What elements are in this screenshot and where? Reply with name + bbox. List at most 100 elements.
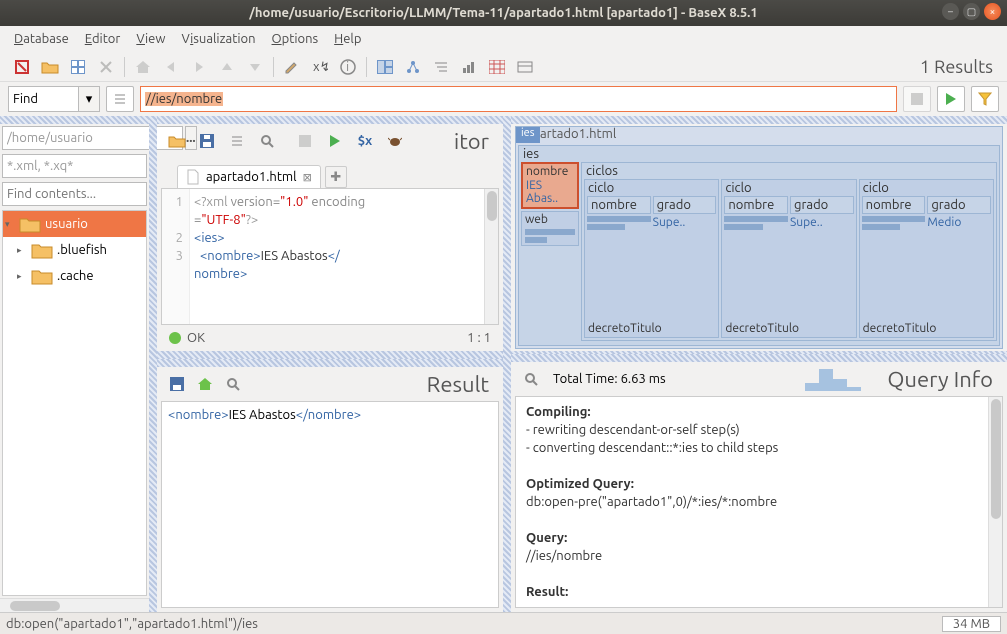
new-db-button[interactable] [8, 54, 36, 80]
view-table-button[interactable] [483, 54, 511, 80]
ed-search-button[interactable] [253, 128, 281, 154]
editor-panel: $x itor apartado1.html ⊠ ✚ 1 23 <?xml ve… [157, 116, 503, 351]
tree-scrollbar[interactable] [0, 598, 149, 612]
results-count: 1 Results [920, 57, 999, 77]
map-view[interactable]: ies artado1.html ies nombre IES Abas.. w… [515, 126, 1003, 349]
splitter-vertical[interactable] [503, 116, 511, 612]
run-search-button[interactable] [937, 86, 965, 112]
delete-button[interactable] [92, 54, 120, 80]
add-tab-button[interactable]: ✚ [325, 166, 347, 188]
res-save-button[interactable] [163, 371, 191, 397]
code-content: <?xml version="1.0" encoding ="UTF-8"?> … [190, 189, 498, 324]
map-label: ies [519, 146, 999, 162]
tree-item-cache[interactable]: ▸ .cache [3, 263, 146, 289]
minimize-button[interactable]: – [942, 3, 959, 20]
tree-label: usuario [45, 217, 88, 231]
map-ies[interactable]: ies nombre IES Abas.. web [518, 145, 1000, 346]
panel-grip[interactable] [157, 116, 503, 124]
map-nombre[interactable]: nombre IES Abas.. [521, 162, 579, 209]
ed-run-button[interactable] [321, 128, 349, 154]
back-button[interactable] [157, 54, 185, 80]
menu-options[interactable]: Options [266, 30, 325, 48]
menu-editor[interactable]: Editor [79, 30, 127, 48]
tree-item-bluefish[interactable]: ▸ .bluefish [3, 237, 146, 263]
editor-scrollbar[interactable] [484, 189, 498, 324]
menu-visualization[interactable]: Visualization [175, 30, 261, 48]
menu-view[interactable]: View [130, 30, 171, 48]
splitter-vertical[interactable] [149, 116, 157, 612]
find-mode-dropdown[interactable]: ▾ [78, 86, 100, 112]
grid-button[interactable] [64, 54, 92, 80]
ed-debug-button[interactable] [381, 128, 409, 154]
main-toolbar: x↯ i 1 Results [0, 52, 1007, 82]
edit-button[interactable] [278, 54, 306, 80]
ed-stop-button[interactable] [291, 128, 319, 154]
res-home-button[interactable] [191, 371, 219, 397]
panel-grip[interactable] [0, 116, 149, 124]
map-root[interactable]: ies [516, 127, 540, 143]
tab-label: apartado1.html [206, 170, 297, 184]
titlebar: /home/usuario/Escritorio/LLMM/Tema-11/ap… [0, 0, 1007, 26]
map-doc-label: artado1.html [540, 127, 616, 143]
view-map-button[interactable] [371, 54, 399, 80]
find-contents-input[interactable] [2, 182, 147, 206]
down-button[interactable] [241, 54, 269, 80]
ed-list-button[interactable] [223, 128, 251, 154]
qi-line: db:open-pre("apartado1",0)/*:ies/*:nombr… [526, 495, 777, 509]
panel-grip[interactable] [157, 359, 503, 367]
close-window-button[interactable]: × [984, 3, 1001, 20]
map-ciclos[interactable]: ciclos ciclo nombregrado Supe.. decretoT… [581, 162, 997, 341]
tree-item-usuario[interactable]: ▾ usuario [3, 211, 146, 237]
info-button[interactable]: i [334, 54, 362, 80]
xpath-input[interactable]: //ies/nombre [140, 86, 897, 112]
map-ciclo[interactable]: ciclo nombregrado Supe.. decretoTitulo [721, 179, 856, 338]
menu-database[interactable]: DDatabaseatabase [8, 30, 75, 48]
view-explorer-button[interactable] [511, 54, 539, 80]
file-tree[interactable]: ▾ usuario ▸ .bluefish ▸ .cache [2, 210, 147, 596]
map-ciclo[interactable]: ciclo nombregrado Supe.. decretoTitulo [584, 179, 719, 338]
qi-body[interactable]: Compiling: - rewriting descendant-or-sel… [515, 396, 1003, 608]
query-info-panel: Total Time: 6.63 ms Query Info Compiling… [511, 354, 1007, 612]
result-title: Result [247, 372, 497, 397]
maximize-button[interactable]: ▢ [963, 3, 980, 20]
filter-button[interactable] [971, 86, 999, 112]
open-button[interactable] [36, 54, 64, 80]
qi-scrollbar[interactable] [988, 397, 1002, 607]
up-button[interactable] [213, 54, 241, 80]
ed-open-button[interactable] [163, 128, 191, 154]
code-editor[interactable]: 1 23 <?xml version="1.0" encoding ="UTF-… [161, 188, 499, 325]
qi-timing-chart [805, 367, 861, 391]
stop-search-button[interactable] [903, 86, 931, 112]
line-gutter: 1 23 [162, 189, 190, 324]
map-ciclo[interactable]: ciclo nombregrado Medio decretoTitulo [859, 179, 994, 338]
view-plot-button[interactable] [455, 54, 483, 80]
panel-grip[interactable] [511, 354, 1007, 362]
result-body[interactable]: <nombre>IES Abastos</nombre> [161, 401, 499, 608]
forward-button[interactable] [185, 54, 213, 80]
file-filter-input[interactable] [2, 154, 147, 178]
view-folder-button[interactable] [427, 54, 455, 80]
close-tab-icon[interactable]: ⊠ [303, 171, 312, 184]
res-search-button[interactable] [219, 371, 247, 397]
find-mode-input[interactable] [8, 86, 78, 112]
map-web[interactable]: web [521, 211, 579, 246]
editor-tab[interactable]: apartado1.html ⊠ [177, 165, 321, 188]
splitter-horizontal[interactable] [157, 351, 503, 359]
qi-search-button[interactable] [517, 366, 545, 392]
panel-grip[interactable] [511, 116, 1007, 124]
view-tree-button[interactable] [399, 54, 427, 80]
statusbar: db:open("apartado1","apartado1.html")/ie… [0, 612, 1007, 634]
ed-save-button[interactable] [193, 128, 221, 154]
ed-var-button[interactable]: $x [351, 128, 379, 154]
qi-time: Total Time: 6.63 ms [553, 372, 666, 386]
list-button[interactable] [106, 86, 134, 112]
memory-indicator[interactable]: 34 MB [942, 616, 1001, 632]
qi-heading: Query: [526, 531, 567, 545]
xquery-button[interactable]: x↯ [306, 54, 334, 80]
qi-line: //ies/nombre [526, 549, 602, 563]
right-column: ies artado1.html ies nombre IES Abas.. w… [511, 116, 1007, 612]
menu-help[interactable]: Help [328, 30, 367, 48]
result-panel: Result <nombre>IES Abastos</nombre> [157, 359, 503, 612]
home-button[interactable] [129, 54, 157, 80]
window-title: /home/usuario/Escritorio/LLMM/Tema-11/ap… [8, 6, 999, 20]
